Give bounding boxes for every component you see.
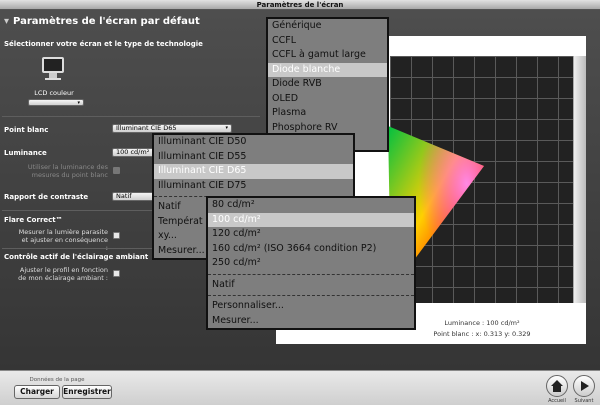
- display-type-label: LCD couleur: [34, 89, 74, 97]
- home-icon: [551, 380, 563, 392]
- menu-item[interactable]: Personnaliser...: [208, 299, 414, 314]
- white-point-label: Point blanc: [4, 126, 49, 134]
- menu-item[interactable]: Illuminant CIE D50: [154, 135, 353, 150]
- luminance-label: Luminance: [4, 149, 47, 157]
- bottom-toolbar: Données de la page Charger Enregistrer A…: [0, 370, 600, 405]
- white-point-popup[interactable]: Illuminant CIE D65 ▾: [112, 124, 232, 133]
- luminance-readout: Luminance : 100 cd/m²: [444, 319, 520, 327]
- menu-item[interactable]: Diode RVB: [268, 77, 387, 92]
- menu-divider: [208, 295, 414, 296]
- home-button[interactable]: [546, 375, 568, 397]
- panel-shadow: [574, 56, 586, 303]
- window-title: Paramètres de l'écran: [0, 0, 600, 10]
- contrast-label: Rapport de contraste: [4, 193, 89, 201]
- menu-item[interactable]: 80 cd/m²: [208, 198, 414, 213]
- luminance-sub-label: Utiliser la luminance des mesures du poi…: [27, 163, 108, 179]
- menu-item[interactable]: OLED: [268, 92, 387, 107]
- contrast-popup[interactable]: Natif: [112, 192, 156, 201]
- play-icon: [581, 381, 589, 391]
- menu-item[interactable]: Illuminant CIE D75: [154, 179, 353, 194]
- technology-popup[interactable]: ▾: [28, 99, 84, 106]
- luminance-checkbox[interactable]: [113, 167, 120, 174]
- page-data-label: Données de la page: [29, 377, 85, 383]
- luminance-popup[interactable]: 100 cd/m²: [112, 148, 156, 157]
- home-label: Accueil: [548, 398, 566, 404]
- menu-item[interactable]: Illuminant CIE D55: [154, 150, 353, 165]
- white-point-readout: Point blanc : x: 0.313 y: 0.329: [433, 330, 531, 338]
- menu-item[interactable]: 250 cd/m²: [208, 256, 414, 271]
- load-button[interactable]: Charger: [14, 385, 60, 399]
- luminance-menu: 80 cd/m² 100 cd/m² 120 cd/m² 160 cd/m² (ISO…: [206, 196, 416, 330]
- menu-item[interactable]: Illuminant CIE D65: [154, 164, 353, 179]
- menu-item[interactable]: Mesurer...: [208, 314, 414, 329]
- page-title: ▾ Paramètres de l'écran par défaut: [4, 16, 200, 27]
- menu-item[interactable]: Diode blanche: [268, 62, 387, 77]
- menu-item[interactable]: Générique: [268, 19, 387, 34]
- technology-menu: Générique CCFL CCFL à gamut large Diode bla…: [266, 17, 389, 152]
- next-label: Suivant: [574, 398, 594, 404]
- flare-checkbox[interactable]: [113, 232, 120, 239]
- chevron-down-icon[interactable]: ▾: [4, 16, 9, 27]
- menu-item[interactable]: CCFL: [268, 34, 387, 49]
- ambient-sub-label: Ajuster le profil en fonction de mon écl…: [18, 266, 108, 282]
- menu-item[interactable]: Plasma: [268, 106, 387, 121]
- menu-item[interactable]: 100 cd/m²: [208, 212, 414, 227]
- ambient-checkbox[interactable]: [113, 270, 120, 277]
- menu-item[interactable]: Natif: [208, 278, 414, 293]
- flare-label: Flare Correct™: [4, 216, 63, 224]
- divider: [2, 116, 260, 117]
- menu-item[interactable]: CCFL à gamut large: [268, 48, 387, 63]
- display-section-label: Sélectionner votre écran et le type de t…: [4, 40, 203, 48]
- monitor-icon[interactable]: [40, 57, 66, 83]
- menu-item[interactable]: 120 cd/m²: [208, 227, 414, 242]
- menu-item[interactable]: 160 cd/m² (ISO 3664 condition P2): [208, 242, 414, 257]
- menu-divider: [208, 273, 414, 275]
- ambient-label: Contrôle actif de l'éclairage ambiant: [4, 253, 149, 261]
- next-button[interactable]: [573, 375, 595, 397]
- save-button[interactable]: Enregistrer: [62, 385, 112, 399]
